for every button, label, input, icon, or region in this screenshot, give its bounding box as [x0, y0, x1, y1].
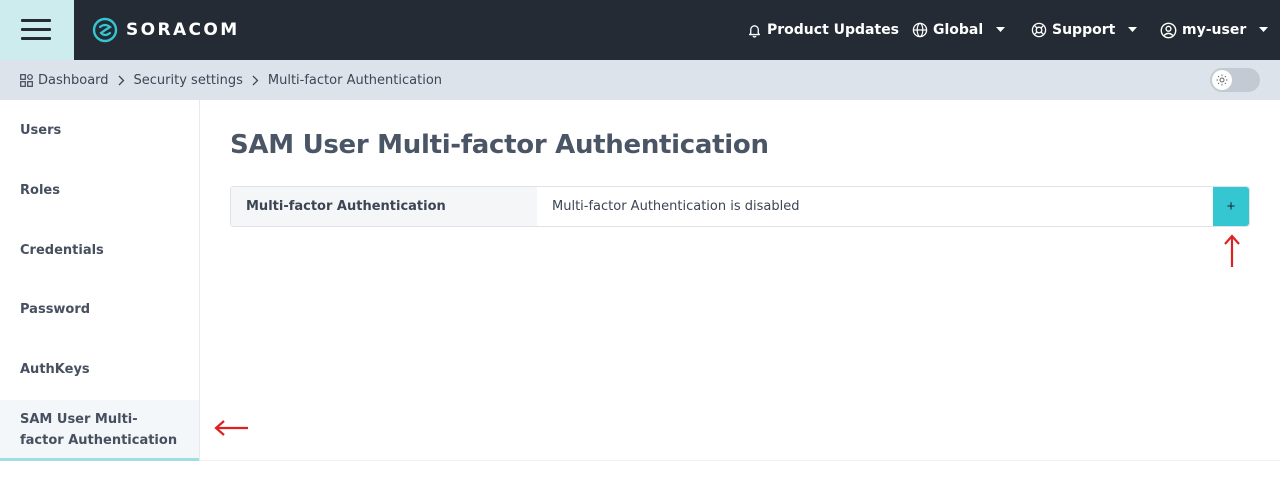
divider [200, 460, 1280, 461]
enable-mfa-button[interactable]: + [1213, 187, 1249, 226]
user-circle-icon [1160, 22, 1177, 39]
sidebar-item-authkeys[interactable]: AuthKeys [0, 359, 199, 380]
sidebar-item-roles[interactable]: Roles [0, 180, 199, 201]
sidebar-item-sam-mfa[interactable]: SAM User Multi-factor Authentication [0, 400, 199, 461]
breadcrumb-dashboard[interactable]: Dashboard [38, 73, 109, 88]
breadcrumb-current: Multi-factor Authentication [267, 72, 443, 88]
user-label: my-user [1182, 22, 1247, 38]
soracom-logo-icon [92, 17, 118, 43]
sidebar-item-users[interactable]: Users [0, 120, 199, 141]
region-selector[interactable]: Global [912, 0, 1006, 60]
sidebar-item-credentials[interactable]: Credentials [0, 240, 199, 261]
theme-toggle[interactable] [1210, 68, 1260, 92]
mfa-status: Multi-factor Authentication is disabled [552, 199, 800, 214]
lifebuoy-icon [1031, 22, 1047, 38]
chevron-right-icon [252, 75, 259, 86]
caret-down-icon [1128, 27, 1138, 33]
menu-button[interactable] [0, 0, 74, 60]
user-menu[interactable]: my-user [1160, 0, 1269, 60]
mfa-settings-row: Multi-factor Authentication Multi-factor… [230, 186, 1250, 227]
arrow-left-icon [214, 420, 248, 436]
brand-name: SORACOM [126, 20, 240, 40]
product-updates-button[interactable]: Product Updates [747, 0, 899, 60]
soracom-logo[interactable]: SORACOM [92, 17, 240, 43]
support-label: Support [1052, 22, 1116, 38]
bell-icon [747, 23, 762, 38]
mfa-label: Multi-factor Authentication [231, 187, 537, 226]
page-title: SAM User Multi-factor Authentication [230, 130, 769, 160]
product-updates-label: Product Updates [767, 22, 900, 38]
sidebar: Users Roles Credentials Password AuthKey… [0, 100, 200, 461]
hamburger-icon [21, 19, 51, 22]
chevron-right-icon [118, 75, 125, 86]
arrow-up-icon [1224, 234, 1240, 267]
breadcrumb-bar: Dashboard Security settings Multi-factor… [0, 60, 1280, 100]
plus-icon: + [1226, 198, 1236, 215]
breadcrumb: Dashboard Security settings Multi-factor… [20, 60, 442, 100]
sun-icon [1216, 74, 1228, 86]
top-bar: SORACOM Product Updates Global Support m… [0, 0, 1280, 60]
breadcrumb-security-settings[interactable]: Security settings [134, 73, 243, 88]
caret-down-icon [996, 27, 1006, 33]
dashboard-grid-icon [20, 73, 33, 87]
globe-icon [912, 22, 928, 38]
sidebar-item-password[interactable]: Password [0, 299, 199, 320]
support-menu[interactable]: Support [1031, 0, 1138, 60]
caret-down-icon [1259, 27, 1269, 33]
region-label: Global [933, 22, 984, 38]
